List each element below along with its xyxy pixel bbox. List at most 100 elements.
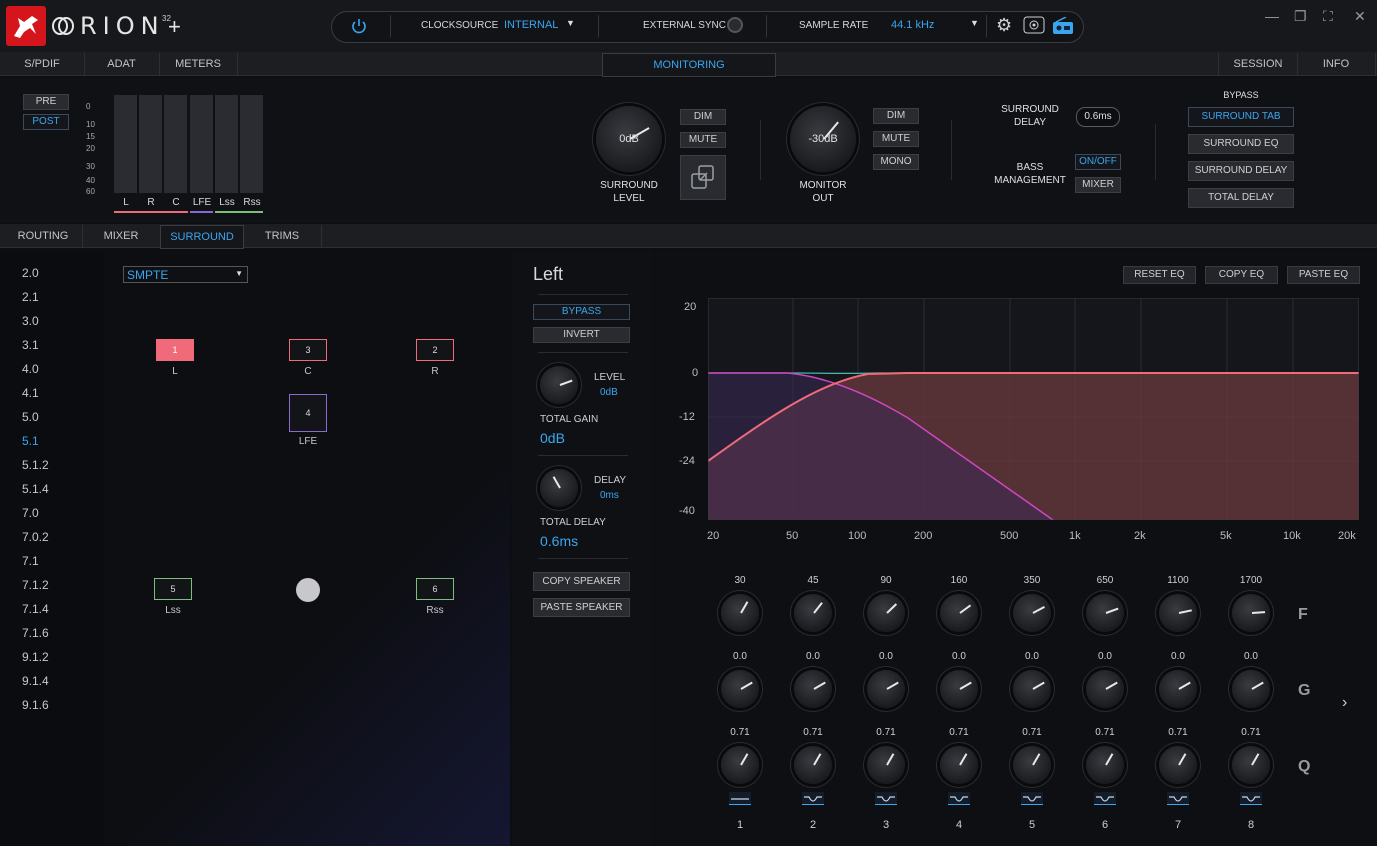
- surround-delay-value[interactable]: 0.6ms: [1076, 107, 1120, 127]
- format-item[interactable]: 4.1: [22, 386, 39, 400]
- format-item[interactable]: 9.1.4: [22, 674, 49, 688]
- format-item[interactable]: 5.1.2: [22, 458, 49, 472]
- minimize-icon[interactable]: —: [1265, 8, 1279, 24]
- bell-filter-icon[interactable]: [802, 792, 824, 805]
- fullscreen-icon[interactable]: ⛶: [1323, 8, 1333, 25]
- band-freq-knob[interactable]: [1159, 594, 1197, 632]
- copy-speaker-button[interactable]: COPY SPEAKER: [533, 572, 630, 591]
- band-q-knob[interactable]: [1232, 746, 1270, 784]
- link-button[interactable]: [680, 155, 726, 200]
- band-q-knob[interactable]: [1159, 746, 1197, 784]
- band-freq-knob[interactable]: [794, 594, 832, 632]
- band-q-knob[interactable]: [1013, 746, 1051, 784]
- band-q-knob[interactable]: [794, 746, 832, 784]
- channel-bypass-button[interactable]: BYPASS: [533, 304, 630, 320]
- chevron-down-icon[interactable]: ▼: [970, 18, 979, 28]
- pre-button[interactable]: PRE: [23, 94, 69, 110]
- tab-meters[interactable]: METERS: [159, 53, 238, 75]
- band-freq-knob[interactable]: [1086, 594, 1124, 632]
- bell-filter-icon[interactable]: [1167, 792, 1189, 805]
- bell-filter-icon[interactable]: [1094, 792, 1116, 805]
- bypass-total-delay-button[interactable]: TOTAL DELAY: [1188, 188, 1294, 208]
- paste-eq-button[interactable]: PASTE EQ: [1287, 266, 1360, 284]
- delay-knob[interactable]: [540, 469, 578, 507]
- bell-filter-icon[interactable]: [875, 792, 897, 805]
- band-q-knob[interactable]: [940, 746, 978, 784]
- band-q-knob[interactable]: [867, 746, 905, 784]
- tab-session[interactable]: SESSION: [1218, 53, 1298, 75]
- speaker-5[interactable]: 5: [154, 578, 192, 600]
- surround-mute-button[interactable]: MUTE: [680, 132, 726, 148]
- sample-rate-select[interactable]: 44.1 kHz: [891, 19, 934, 31]
- close-icon[interactable]: ✕: [1354, 8, 1366, 25]
- format-item[interactable]: 3.1: [22, 338, 39, 352]
- surround-dim-button[interactable]: DIM: [680, 109, 726, 125]
- format-item[interactable]: 7.1.2: [22, 578, 49, 592]
- format-item[interactable]: 4.0: [22, 362, 39, 376]
- low-shelf-filter-icon[interactable]: [729, 792, 751, 805]
- monitor-dim-button[interactable]: DIM: [873, 108, 919, 124]
- power-icon[interactable]: [350, 17, 368, 35]
- eq-curve-graph[interactable]: [708, 298, 1359, 520]
- format-item[interactable]: 2.0: [22, 266, 39, 280]
- band-freq-knob[interactable]: [1013, 594, 1051, 632]
- format-item[interactable]: 9.1.2: [22, 650, 49, 664]
- tab-trims[interactable]: TRIMS: [243, 225, 322, 247]
- speaker-3[interactable]: 3: [289, 339, 327, 361]
- speaker-1[interactable]: 1: [156, 339, 194, 361]
- tab-mixer[interactable]: MIXER: [82, 225, 161, 247]
- format-item[interactable]: 7.1.4: [22, 602, 49, 616]
- band-gain-knob[interactable]: [940, 670, 978, 708]
- copy-eq-button[interactable]: COPY EQ: [1205, 266, 1278, 284]
- bypass-surround-delay-button[interactable]: SURROUND DELAY: [1188, 161, 1294, 181]
- band-q-knob[interactable]: [721, 746, 759, 784]
- format-item[interactable]: 3.0: [22, 314, 39, 328]
- band-gain-knob[interactable]: [794, 670, 832, 708]
- format-item[interactable]: 2.1: [22, 290, 39, 304]
- clock-source-select[interactable]: INTERNAL: [504, 19, 558, 31]
- speaker-2[interactable]: 2: [416, 339, 454, 361]
- bypass-surround-eq-button[interactable]: SURROUND EQ: [1188, 134, 1294, 154]
- bass-on-off-button[interactable]: ON/OFF: [1075, 154, 1121, 170]
- band-freq-knob[interactable]: [1232, 594, 1270, 632]
- external-sync-toggle[interactable]: [727, 17, 743, 33]
- eye-icon[interactable]: [1023, 16, 1045, 34]
- bell-filter-icon[interactable]: [1240, 792, 1262, 805]
- band-q-knob[interactable]: [1086, 746, 1124, 784]
- band-gain-knob[interactable]: [1013, 670, 1051, 708]
- monitor-mono-button[interactable]: MONO: [873, 154, 919, 170]
- gear-icon[interactable]: ⚙: [996, 15, 1012, 36]
- chevron-right-icon[interactable]: ›: [1342, 694, 1347, 712]
- speaker-4[interactable]: 4: [289, 394, 327, 432]
- tab-monitoring[interactable]: MONITORING: [602, 53, 776, 77]
- format-item[interactable]: 5.0: [22, 410, 39, 424]
- format-item[interactable]: 7.0.2: [22, 530, 49, 544]
- format-item[interactable]: 7.0: [22, 506, 39, 520]
- tab-surround[interactable]: SURROUND: [160, 225, 244, 249]
- monitor-mute-button[interactable]: MUTE: [873, 131, 919, 147]
- layout-select[interactable]: SMPTE ▼: [123, 266, 248, 283]
- band-gain-knob[interactable]: [867, 670, 905, 708]
- bypass-surround-tab-button[interactable]: SURROUND TAB: [1188, 107, 1294, 127]
- bass-mixer-button[interactable]: MIXER: [1075, 177, 1121, 193]
- tab-info[interactable]: INFO: [1297, 53, 1376, 75]
- band-gain-knob[interactable]: [1086, 670, 1124, 708]
- reset-eq-button[interactable]: RESET EQ: [1123, 266, 1196, 284]
- band-freq-knob[interactable]: [867, 594, 905, 632]
- band-freq-knob[interactable]: [940, 594, 978, 632]
- band-gain-knob[interactable]: [1159, 670, 1197, 708]
- format-item[interactable]: 7.1.6: [22, 626, 49, 640]
- tab-routing[interactable]: ROUTING: [4, 225, 83, 247]
- format-item[interactable]: 9.1.6: [22, 698, 49, 712]
- band-gain-knob[interactable]: [721, 670, 759, 708]
- format-item[interactable]: 7.1: [22, 554, 39, 568]
- channel-invert-button[interactable]: INVERT: [533, 327, 630, 343]
- format-item[interactable]: 5.1.4: [22, 482, 49, 496]
- tab-spdif[interactable]: S/PDIF: [0, 53, 85, 75]
- band-freq-knob[interactable]: [721, 594, 759, 632]
- chevron-down-icon[interactable]: ▼: [566, 18, 575, 28]
- level-knob[interactable]: [540, 366, 578, 404]
- post-button[interactable]: POST: [23, 114, 69, 130]
- paste-speaker-button[interactable]: PASTE SPEAKER: [533, 598, 630, 617]
- bell-filter-icon[interactable]: [1021, 792, 1043, 805]
